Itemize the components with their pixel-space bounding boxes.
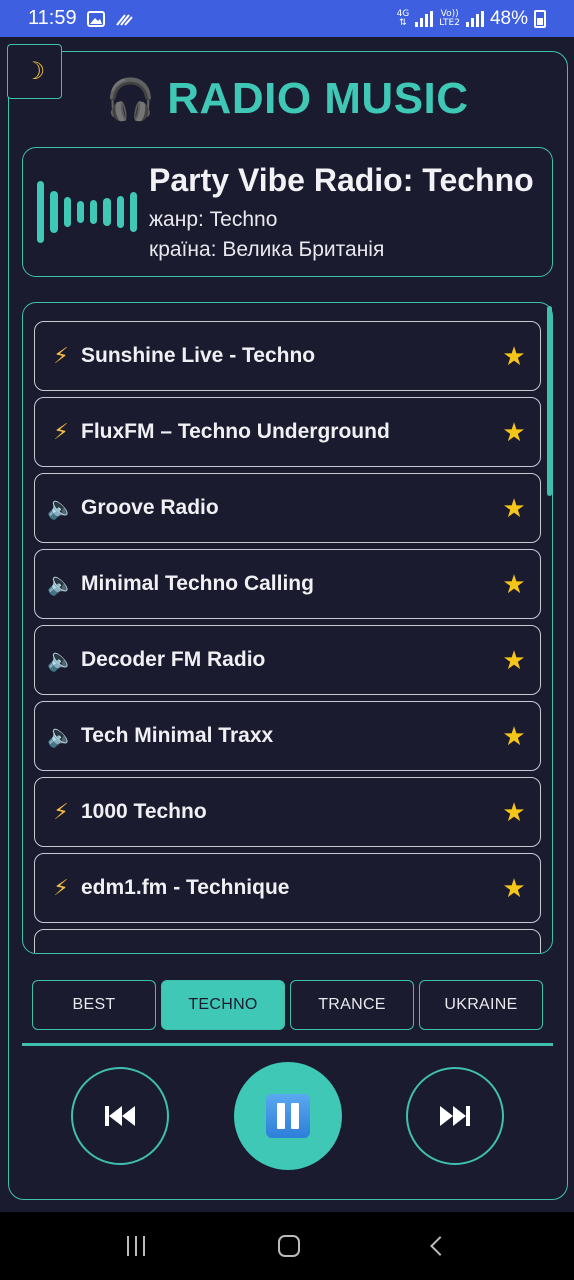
system-nav-bar [0,1212,574,1280]
station-label: Decoder FM Radio [81,648,266,671]
signal-icon-2 [465,10,484,27]
volte-indicator: Vo)) LTE2 [439,8,460,28]
favorite-star-icon[interactable]: ★ [488,797,540,828]
now-playing-country: країна: Велика Британія [149,238,385,261]
controls-divider [22,1043,553,1046]
pause-icon [266,1094,310,1138]
previous-button[interactable] [71,1067,169,1165]
station-item[interactable]: 🔈 Tech Minimal Traxx ★ [34,701,541,771]
battery-percent: 48% [489,7,528,29]
station-item[interactable]: ⚡ edm1.fm - Technique ★ [34,853,541,923]
battery-icon [534,9,546,28]
now-playing-station: Party Vibe Radio: Techno [149,162,534,198]
station-label: Groove Radio [81,496,219,519]
favorite-star-icon[interactable]: ★ [488,417,540,448]
bolt-icon: ⚡ [53,343,69,368]
speaker-icon: 🔈 [47,723,75,748]
station-list[interactable]: ⚡ Sunshine Live - Techno ★ ⚡ FluxFM – Te… [22,302,553,954]
bolt-icon: ⚡ [53,799,69,824]
tab-best[interactable]: BEST [32,980,156,1030]
station-item[interactable]: 🔈 Minimal Techno Calling ★ [34,549,541,619]
recents-icon[interactable] [126,1236,145,1256]
tab-techno[interactable]: TECHNO [161,980,285,1030]
next-icon [440,1106,470,1126]
bolt-icon: ⚡ [53,419,69,444]
next-button[interactable] [406,1067,504,1165]
tab-ukraine[interactable]: UKRAINE [419,980,543,1030]
station-label: Tech Minimal Traxx [81,724,274,747]
app-header: 🎧 RADIO MUSIC [0,74,574,124]
station-item-partial[interactable] [34,929,541,953]
favorite-star-icon[interactable]: ★ [488,493,540,524]
station-item[interactable]: ⚡ 1000 Techno ★ [34,777,541,847]
app-title: RADIO MUSIC [167,74,469,123]
list-scrollbar[interactable] [547,306,552,496]
gallery-icon [86,10,105,27]
network-4g-indicator: 4G ⇅ [396,8,410,28]
status-bar: 11:59 4G ⇅ Vo)) LTE2 48% [0,0,574,37]
favorite-star-icon[interactable]: ★ [488,873,540,904]
data-saver-icon [115,13,133,26]
station-item[interactable]: ⚡ FluxFM – Techno Underground ★ [34,397,541,467]
station-label: edm1.fm - Technique [81,876,290,899]
station-label: Minimal Techno Calling [81,572,314,595]
station-item[interactable]: ⚡ Sunshine Live - Techno ★ [34,321,541,391]
station-label: 1000 Techno [81,800,207,823]
home-icon[interactable] [277,1235,300,1257]
now-playing-genre: жанр: Techno [149,208,278,231]
station-item[interactable]: 🔈 Groove Radio ★ [34,473,541,543]
tab-trance[interactable]: TRANCE [290,980,414,1030]
favorite-star-icon[interactable]: ★ [488,721,540,752]
clock: 11:59 [28,7,77,29]
favorite-star-icon[interactable]: ★ [488,569,540,600]
station-item[interactable]: 🔈 Decoder FM Radio ★ [34,625,541,695]
favorite-star-icon[interactable]: ★ [488,341,540,372]
back-icon[interactable] [430,1236,451,1256]
favorite-star-icon[interactable]: ★ [488,645,540,676]
speaker-icon: 🔈 [47,495,75,520]
headphones-icon: 🎧 [105,77,156,122]
signal-icon [415,10,434,27]
pause-button[interactable] [234,1062,342,1170]
now-playing-card: Party Vibe Radio: Techno жанр: Techno кр… [22,147,553,277]
speaker-icon: 🔈 [47,571,75,596]
bolt-icon: ⚡ [53,875,69,900]
station-label: FluxFM – Techno Underground [81,420,390,443]
speaker-icon: 🔈 [47,647,75,672]
equalizer-icon [37,181,137,243]
previous-icon [105,1106,135,1126]
station-label: Sunshine Live - Techno [81,344,316,367]
